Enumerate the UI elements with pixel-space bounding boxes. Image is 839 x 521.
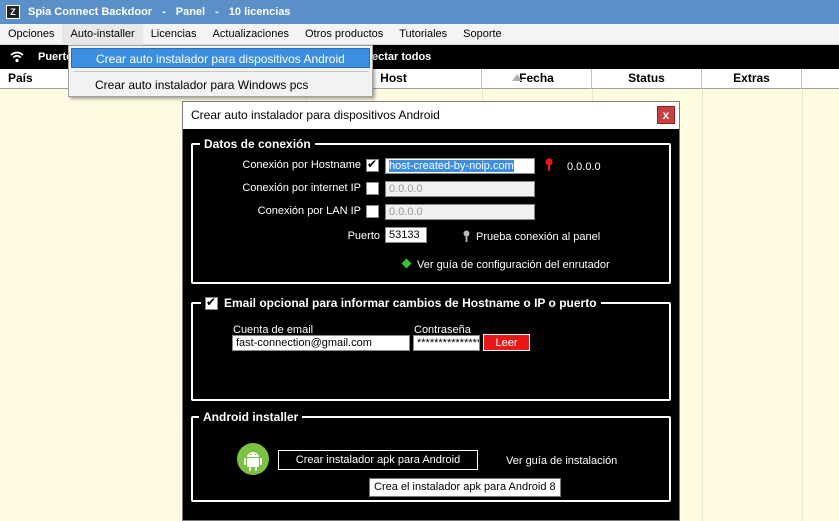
wifi-icon (10, 51, 24, 63)
port-input[interactable]: 53133 (385, 227, 427, 243)
menu-actualizaciones[interactable]: Actualizaciones (205, 24, 297, 45)
internet-ip-checkbox[interactable] (366, 182, 379, 195)
window-title-separator: - (215, 6, 219, 18)
lan-ip-input[interactable]: 0.0.0.0 (385, 204, 535, 220)
menu-opciones[interactable]: Opciones (0, 24, 62, 45)
lan-ip-label: Conexión por LAN IP (257, 205, 361, 217)
test-connection-link[interactable]: Prueba conexión al panel (476, 231, 600, 243)
title-bar: Z Spia Connect Backdoor - Panel - 10 lic… (0, 0, 839, 24)
column-divider (702, 89, 703, 521)
email-enable-checkbox[interactable] (205, 295, 218, 310)
create-apk-tooltip: Crea el instalador apk para Android 8 (369, 478, 561, 497)
internet-ip-label: Conexión por internet IP (242, 182, 361, 194)
android-group-legend: Android installer (199, 410, 303, 424)
email-group-legend: Email opcional para informar cambios de … (201, 296, 601, 310)
hostname-label: Conexión por Hostname (242, 159, 361, 171)
menu-separator (73, 71, 368, 72)
status-error-icon (545, 158, 553, 171)
menu-licencias[interactable]: Licencias (143, 24, 205, 45)
test-connection-icon (463, 230, 470, 242)
column-header-status[interactable]: Status (592, 69, 702, 89)
hostname-input[interactable]: host-created-by-noip.com (385, 158, 535, 174)
lan-ip-checkbox[interactable] (366, 205, 379, 218)
menu-item-windows-installer[interactable]: Crear auto instalador para Windows pcs (71, 75, 370, 95)
router-guide-icon (401, 258, 412, 269)
internet-ip-input[interactable]: 0.0.0.0 (385, 181, 535, 197)
hostname-resolved-ip: 0.0.0.0 (567, 161, 601, 173)
password-input[interactable]: **************** (413, 335, 480, 351)
email-group (191, 302, 671, 401)
menu-item-android-installer[interactable]: Crear auto instalador para dispositivos … (71, 48, 370, 68)
window-title-separator: - (162, 6, 166, 18)
window-title-app: Spia Connect Backdoor (28, 6, 153, 18)
menu-otros-productos[interactable]: Otros productos (297, 24, 391, 45)
email-account-input[interactable]: fast-connection@gmail.com (232, 335, 410, 351)
column-header-fecha-label: Fecha (519, 71, 554, 85)
dialog-title: Crear auto instalador para dispositivos … (183, 102, 679, 129)
install-guide-link[interactable]: Ver guía de instalación (506, 455, 617, 467)
column-header-fecha[interactable]: Fecha (482, 69, 592, 89)
connection-group-legend: Datos de conexión (200, 137, 315, 151)
close-icon[interactable]: x (657, 106, 675, 124)
create-apk-button[interactable]: Crear instalador apk para Android (278, 450, 478, 470)
menu-tutoriales[interactable]: Tutoriales (391, 24, 455, 45)
column-divider (802, 89, 803, 521)
android-icon (237, 443, 269, 475)
window-title-panel: Panel (175, 6, 206, 18)
sort-ascending-icon (512, 74, 522, 81)
column-header-extras[interactable]: Extras (702, 69, 802, 89)
router-guide-link[interactable]: Ver guía de configuración del enrutador (417, 259, 610, 271)
app-logo-icon: Z (6, 5, 20, 19)
hostname-checkbox[interactable] (366, 157, 379, 172)
menu-bar: Opciones Auto-installer Licencias Actual… (0, 23, 839, 45)
android-installer-dialog: Crear auto instalador para dispositivos … (182, 101, 680, 521)
port-label: Puerto (347, 230, 380, 242)
menu-soporte[interactable]: Soporte (455, 24, 510, 45)
auto-installer-dropdown: Crear auto instalador para dispositivos … (68, 45, 373, 97)
menu-auto-installer[interactable]: Auto-installer (62, 23, 143, 45)
read-button[interactable]: Leer (483, 334, 530, 351)
window-title-license: 10 licencias (228, 6, 291, 18)
connect-all-button[interactable]: ectar todos (372, 51, 431, 63)
column-header-filler (802, 69, 839, 89)
